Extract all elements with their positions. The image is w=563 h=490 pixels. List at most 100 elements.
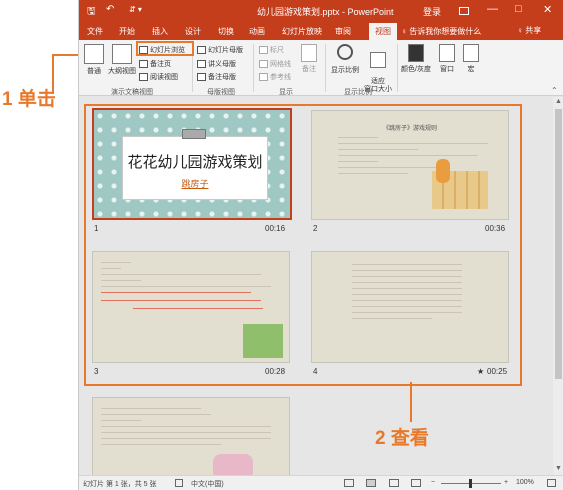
text-line [352,312,462,313]
notes-page-icon [139,59,148,68]
normal-view-button[interactable]: 普通 [83,44,105,76]
slide-timing-2: 00:36 [485,224,506,233]
normal-view-icon [84,44,104,64]
text-line [101,432,271,433]
notes-master-button[interactable]: 备注母版 [197,71,236,82]
vertical-scrollbar[interactable]: ▲ ▼ [553,97,563,475]
text-line [101,274,261,275]
text-line [133,308,263,309]
slide-number-4: 4 [313,367,318,376]
slide-count-info: 幻灯片 第 1 张，共 5 张 [83,481,157,488]
slide-thumbnail-1[interactable]: 花花幼儿园游戏策划 跳房子 [92,108,292,220]
text-line [101,444,221,445]
illustration-paper-plane [213,454,253,475]
slide-thumbnail-5[interactable] [92,397,290,475]
collapse-ribbon-icon[interactable]: ⌃ [551,86,558,95]
text-line [101,280,141,281]
spelling-icon[interactable] [175,479,183,487]
reading-view-status-icon[interactable] [389,479,399,487]
text-line [352,318,432,319]
tab-view[interactable]: 视图 [369,23,397,40]
ruler-checkbox[interactable]: 标尺 [259,44,284,55]
window-label: 窗口 [440,66,454,73]
text-line [101,420,141,421]
macros-button[interactable]: 宏 [461,44,481,74]
login-link[interactable]: 登录 [423,5,441,18]
fit-slide-icon[interactable] [547,479,556,487]
undo-icon[interactable]: ↶ [106,4,114,15]
maximize-button[interactable]: □ [515,3,522,15]
group-separator [397,44,398,92]
handout-master-button[interactable]: 讲义母版 [197,58,236,69]
close-button[interactable]: ✕ [543,3,552,16]
tab-home[interactable]: 开始 [119,26,135,37]
outline-view-button[interactable]: 大纲视图 [105,44,139,76]
ribbon-display-icon[interactable] [459,7,469,15]
zoom-slider-thumb[interactable] [469,479,472,488]
group-master-views-label: 母版视图 [207,89,235,96]
language-indicator[interactable]: 中文(中国) [191,479,224,489]
tab-slideshow[interactable]: 幻灯片放映 [282,26,322,37]
tab-transitions[interactable]: 切换 [218,26,234,37]
text-line [101,300,261,301]
reading-view-icon [139,72,148,81]
slide-sorter-pane: 花花幼儿园游戏策划 跳房子 1 00:16 《跳房子》游戏规则 2 00:36 [79,97,563,475]
gridlines-label: 网格线 [270,60,291,68]
clip-decoration [182,129,206,139]
notes-button[interactable]: 备注 [299,44,319,74]
tab-review[interactable]: 审阅 [335,26,351,37]
tab-animations[interactable]: 动画 [249,26,265,37]
window-title: 幼儿园游戏策划.pptx - PowerPoint [257,7,394,17]
text-line [338,149,418,150]
animation-star-icon: ★ [477,367,485,376]
group-presentation-views-label: 演示文稿视图 [111,89,153,96]
outline-view-icon [112,44,132,64]
slide-master-button[interactable]: 幻灯片母版 [197,44,243,55]
scroll-up-icon[interactable]: ▲ [555,98,562,105]
text-line [101,286,271,287]
customize-quick-access-icon[interactable]: ⇵ ▾ [129,5,142,14]
text-line [338,143,488,144]
annotation-step1-line [52,54,54,94]
notes-icon [301,44,317,62]
window-button[interactable]: 窗口 [435,44,459,74]
zoom-in-icon[interactable]: + [504,479,508,486]
slide-title: 《跳房子》游戏规则 [382,126,437,132]
color-grayscale-button[interactable]: 颜色/灰度 [399,44,433,74]
text-line [352,288,462,289]
slide-thumbnail-3[interactable] [92,251,290,363]
slide-thumbnail-4[interactable] [311,251,509,363]
scroll-down-icon[interactable]: ▼ [555,465,562,472]
normal-view-label: 普通 [87,68,101,75]
scrollbar-thumb[interactable] [555,109,562,379]
reading-view-button[interactable]: 阅读视图 [139,71,178,82]
ribbon-tabs: 文件 开始 插入 设计 切换 动画 幻灯片放映 审阅 视图 ♀ 告诉我你想要做什… [79,22,563,40]
text-line [101,426,271,427]
save-icon[interactable]: 🖫 [87,4,96,21]
notes-master-label: 备注母版 [208,73,236,81]
notes-page-button[interactable]: 备注页 [139,58,171,69]
zoom-out-icon[interactable]: − [431,479,435,486]
tab-design[interactable]: 设计 [185,26,201,37]
tell-me-search[interactable]: ♀ 告诉我你想要做什么 [401,26,481,37]
minimize-button[interactable]: — [487,3,498,15]
text-line [352,282,462,283]
ribbon-view: 普通 大纲视图 幻灯片浏览 备注页 阅读视图 演示文稿视图 幻灯片母版 讲义母版… [79,40,563,96]
tab-insert[interactable]: 插入 [152,26,168,37]
gridlines-checkbox[interactable]: 网格线 [259,58,291,69]
guides-label: 参考线 [270,73,291,81]
text-line [101,414,211,415]
zoom-button[interactable]: 显示比例 [329,44,361,75]
slide-subtitle: 跳房子 [181,179,209,189]
slide-sorter-status-icon[interactable] [366,479,376,487]
annotation-step2-line [410,382,412,422]
tab-file[interactable]: 文件 [87,26,103,37]
title-bar: 🖫 ↶ ⇵ ▾ 幼儿园游戏策划.pptx - PowerPoint 登录 — □… [79,0,563,22]
normal-view-status-icon[interactable] [344,479,354,487]
guides-checkbox[interactable]: 参考线 [259,71,291,82]
slideshow-status-icon[interactable] [411,479,421,487]
slide-thumbnail-2[interactable]: 《跳房子》游戏规则 [311,110,509,220]
zoom-percent[interactable]: 100% [516,479,534,486]
share-button[interactable]: ♀ 共享 [517,25,541,36]
reading-view-label: 阅读视图 [150,73,178,81]
